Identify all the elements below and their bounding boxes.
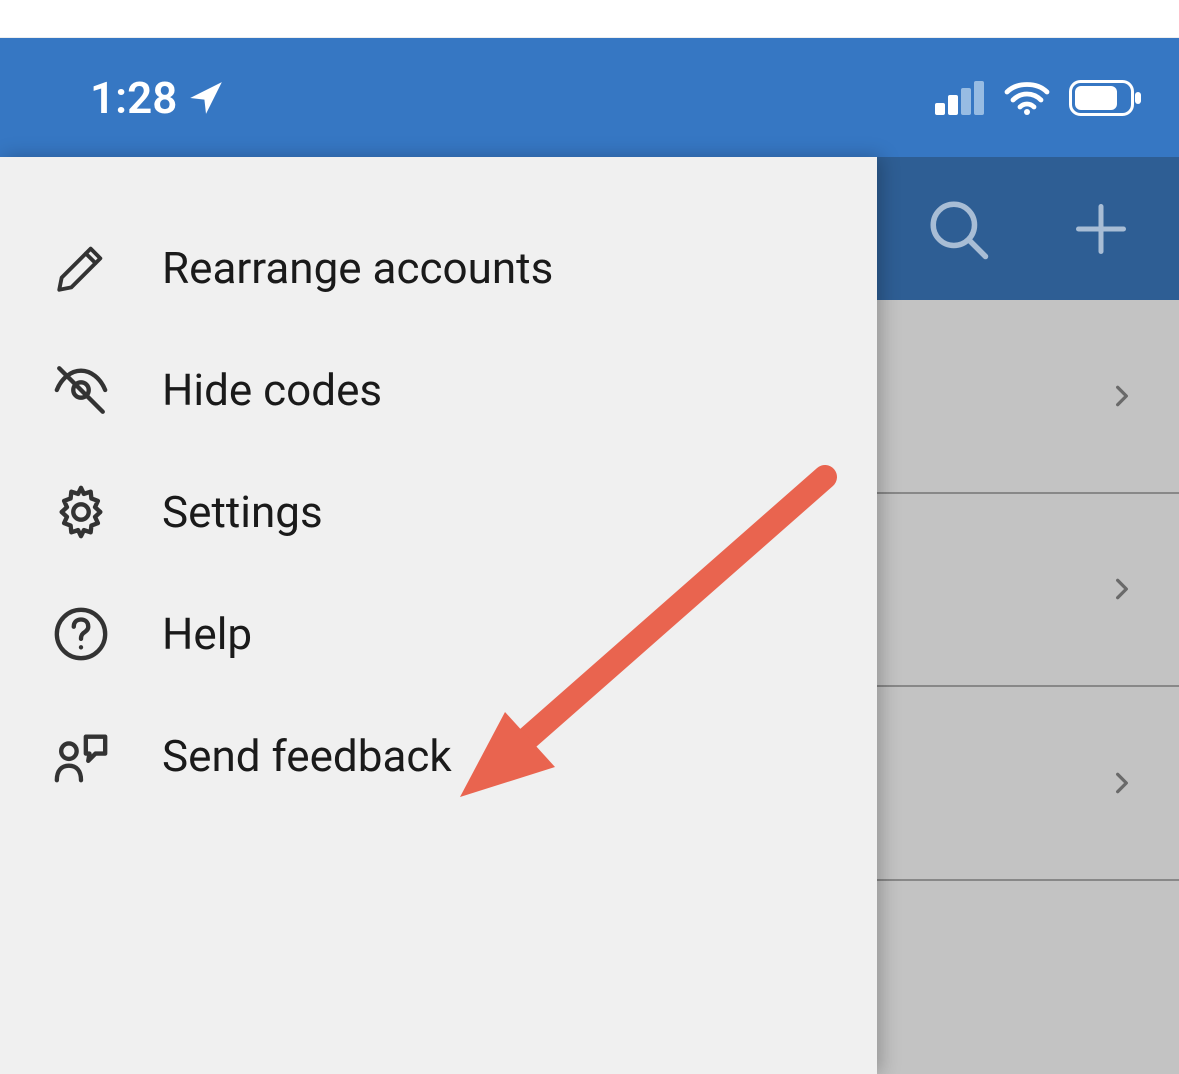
wifi-icon (1003, 80, 1051, 116)
list-item[interactable] (877, 687, 1179, 881)
content-area: Rearrange accounts Hide codes Settings (0, 157, 1179, 1074)
pencil-icon (50, 237, 112, 299)
side-menu-panel: Rearrange accounts Hide codes Settings (0, 157, 877, 1074)
menu-item-help[interactable]: Help (0, 573, 877, 695)
help-circle-icon (50, 603, 112, 665)
list-item[interactable] (877, 881, 1179, 1074)
status-bar: 1:28 (0, 38, 1179, 157)
list-item[interactable] (877, 300, 1179, 494)
menu-item-rearrange-accounts[interactable]: Rearrange accounts (0, 207, 877, 329)
menu-item-send-feedback[interactable]: Send feedback (0, 695, 877, 817)
status-time: 1:28 (90, 72, 177, 124)
location-icon (187, 79, 225, 117)
gear-icon (50, 481, 112, 543)
menu-item-label: Send feedback (162, 730, 452, 782)
feedback-icon (50, 725, 112, 787)
chevron-right-icon (1109, 763, 1135, 803)
menu-item-label: Rearrange accounts (162, 242, 553, 294)
background-header (877, 157, 1179, 300)
menu-item-label: Hide codes (162, 364, 382, 416)
list-item[interactable] (877, 494, 1179, 688)
status-left: 1:28 (90, 72, 225, 124)
eye-off-icon (50, 359, 112, 421)
search-icon[interactable] (925, 196, 991, 262)
cellular-signal-icon (935, 81, 985, 115)
add-icon[interactable] (1071, 199, 1131, 259)
menu-item-label: Help (162, 608, 252, 660)
background-list (877, 300, 1179, 1074)
menu-item-hide-codes[interactable]: Hide codes (0, 329, 877, 451)
menu-item-label: Settings (162, 486, 323, 538)
status-right (935, 80, 1143, 116)
battery-icon (1069, 80, 1143, 116)
top-strip (0, 0, 1179, 38)
chevron-right-icon (1109, 376, 1135, 416)
menu-item-settings[interactable]: Settings (0, 451, 877, 573)
chevron-right-icon (1109, 569, 1135, 609)
